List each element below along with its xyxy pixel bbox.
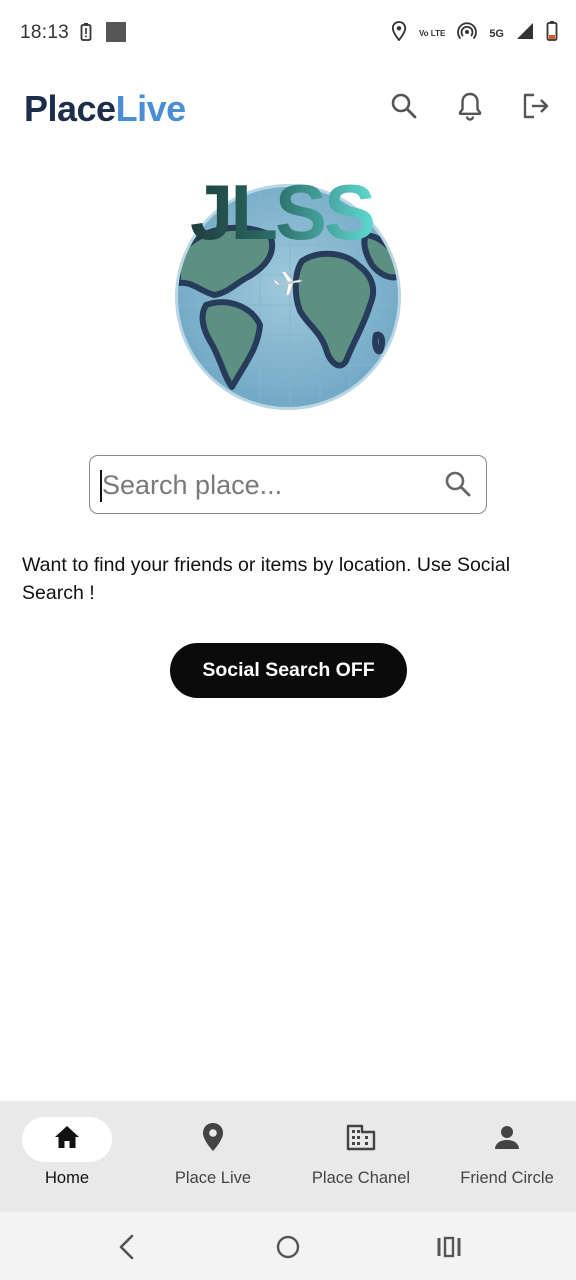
- app-bar: PlaceLive: [0, 70, 576, 150]
- status-right-icons: Vo LTE 5G: [391, 20, 558, 47]
- battery-alert-icon: [80, 22, 92, 47]
- status-bar: 18:13 Vo LTE 5G: [0, 0, 576, 70]
- nav-active-indicator: [22, 1117, 112, 1162]
- recents-icon[interactable]: [434, 1232, 464, 1262]
- nav-pill: [462, 1117, 552, 1162]
- location-status-icon: [391, 21, 407, 46]
- search-icon[interactable]: [388, 90, 420, 122]
- nav-item-place-live[interactable]: Place Live: [168, 1101, 258, 1212]
- social-search-info: Want to find your friends or items by lo…: [22, 554, 511, 604]
- logo-text: JLSS: [190, 168, 376, 256]
- bell-icon[interactable]: [454, 90, 486, 122]
- nav-label-place-live: Place Live: [174, 1169, 252, 1187]
- nav-item-place-chanel[interactable]: Place Chanel: [306, 1101, 416, 1212]
- back-icon[interactable]: [112, 1232, 142, 1262]
- system-navigation-bar: [0, 1212, 576, 1280]
- home-icon: [53, 1124, 81, 1155]
- status-time: 18:13: [20, 22, 70, 43]
- app-notification-icon: [106, 22, 126, 47]
- search-box[interactable]: [89, 455, 487, 514]
- search-field-icon[interactable]: [444, 470, 472, 503]
- nav-pill: [168, 1117, 258, 1162]
- nav-pill: [316, 1117, 406, 1162]
- nav-item-friend-circle[interactable]: Friend Circle: [455, 1101, 559, 1212]
- network-type: 5G: [489, 27, 504, 40]
- brand-logo: PlaceLive: [24, 88, 186, 130]
- search-input[interactable]: [102, 464, 432, 506]
- hotspot-icon: [457, 21, 478, 46]
- volte-icon: Vo LTE: [418, 28, 446, 38]
- brand-part-live: Live: [115, 88, 187, 129]
- nav-label-place-chanel: Place Chanel: [311, 1169, 411, 1187]
- building-icon: [346, 1123, 376, 1156]
- nav-item-home[interactable]: Home: [22, 1101, 112, 1212]
- brand-part-place: Place: [24, 88, 116, 129]
- signal-icon: [516, 22, 534, 45]
- status-left-icons: [80, 22, 126, 47]
- logout-icon[interactable]: [520, 90, 552, 122]
- location-pin-icon: [201, 1122, 225, 1157]
- nav-label-home: Home: [44, 1169, 89, 1187]
- battery-icon: [546, 20, 558, 47]
- home-circle-icon[interactable]: [273, 1232, 303, 1262]
- person-icon: [494, 1124, 520, 1155]
- jlss-logo: JLSS: [170, 165, 406, 415]
- social-search-toggle-button[interactable]: Social Search OFF: [170, 643, 407, 698]
- app-bar-actions: [388, 90, 552, 122]
- nav-label-friend-circle: Friend Circle: [460, 1169, 554, 1187]
- bottom-navigation: Home Place Live Place Chanel Friend Circ…: [0, 1101, 576, 1212]
